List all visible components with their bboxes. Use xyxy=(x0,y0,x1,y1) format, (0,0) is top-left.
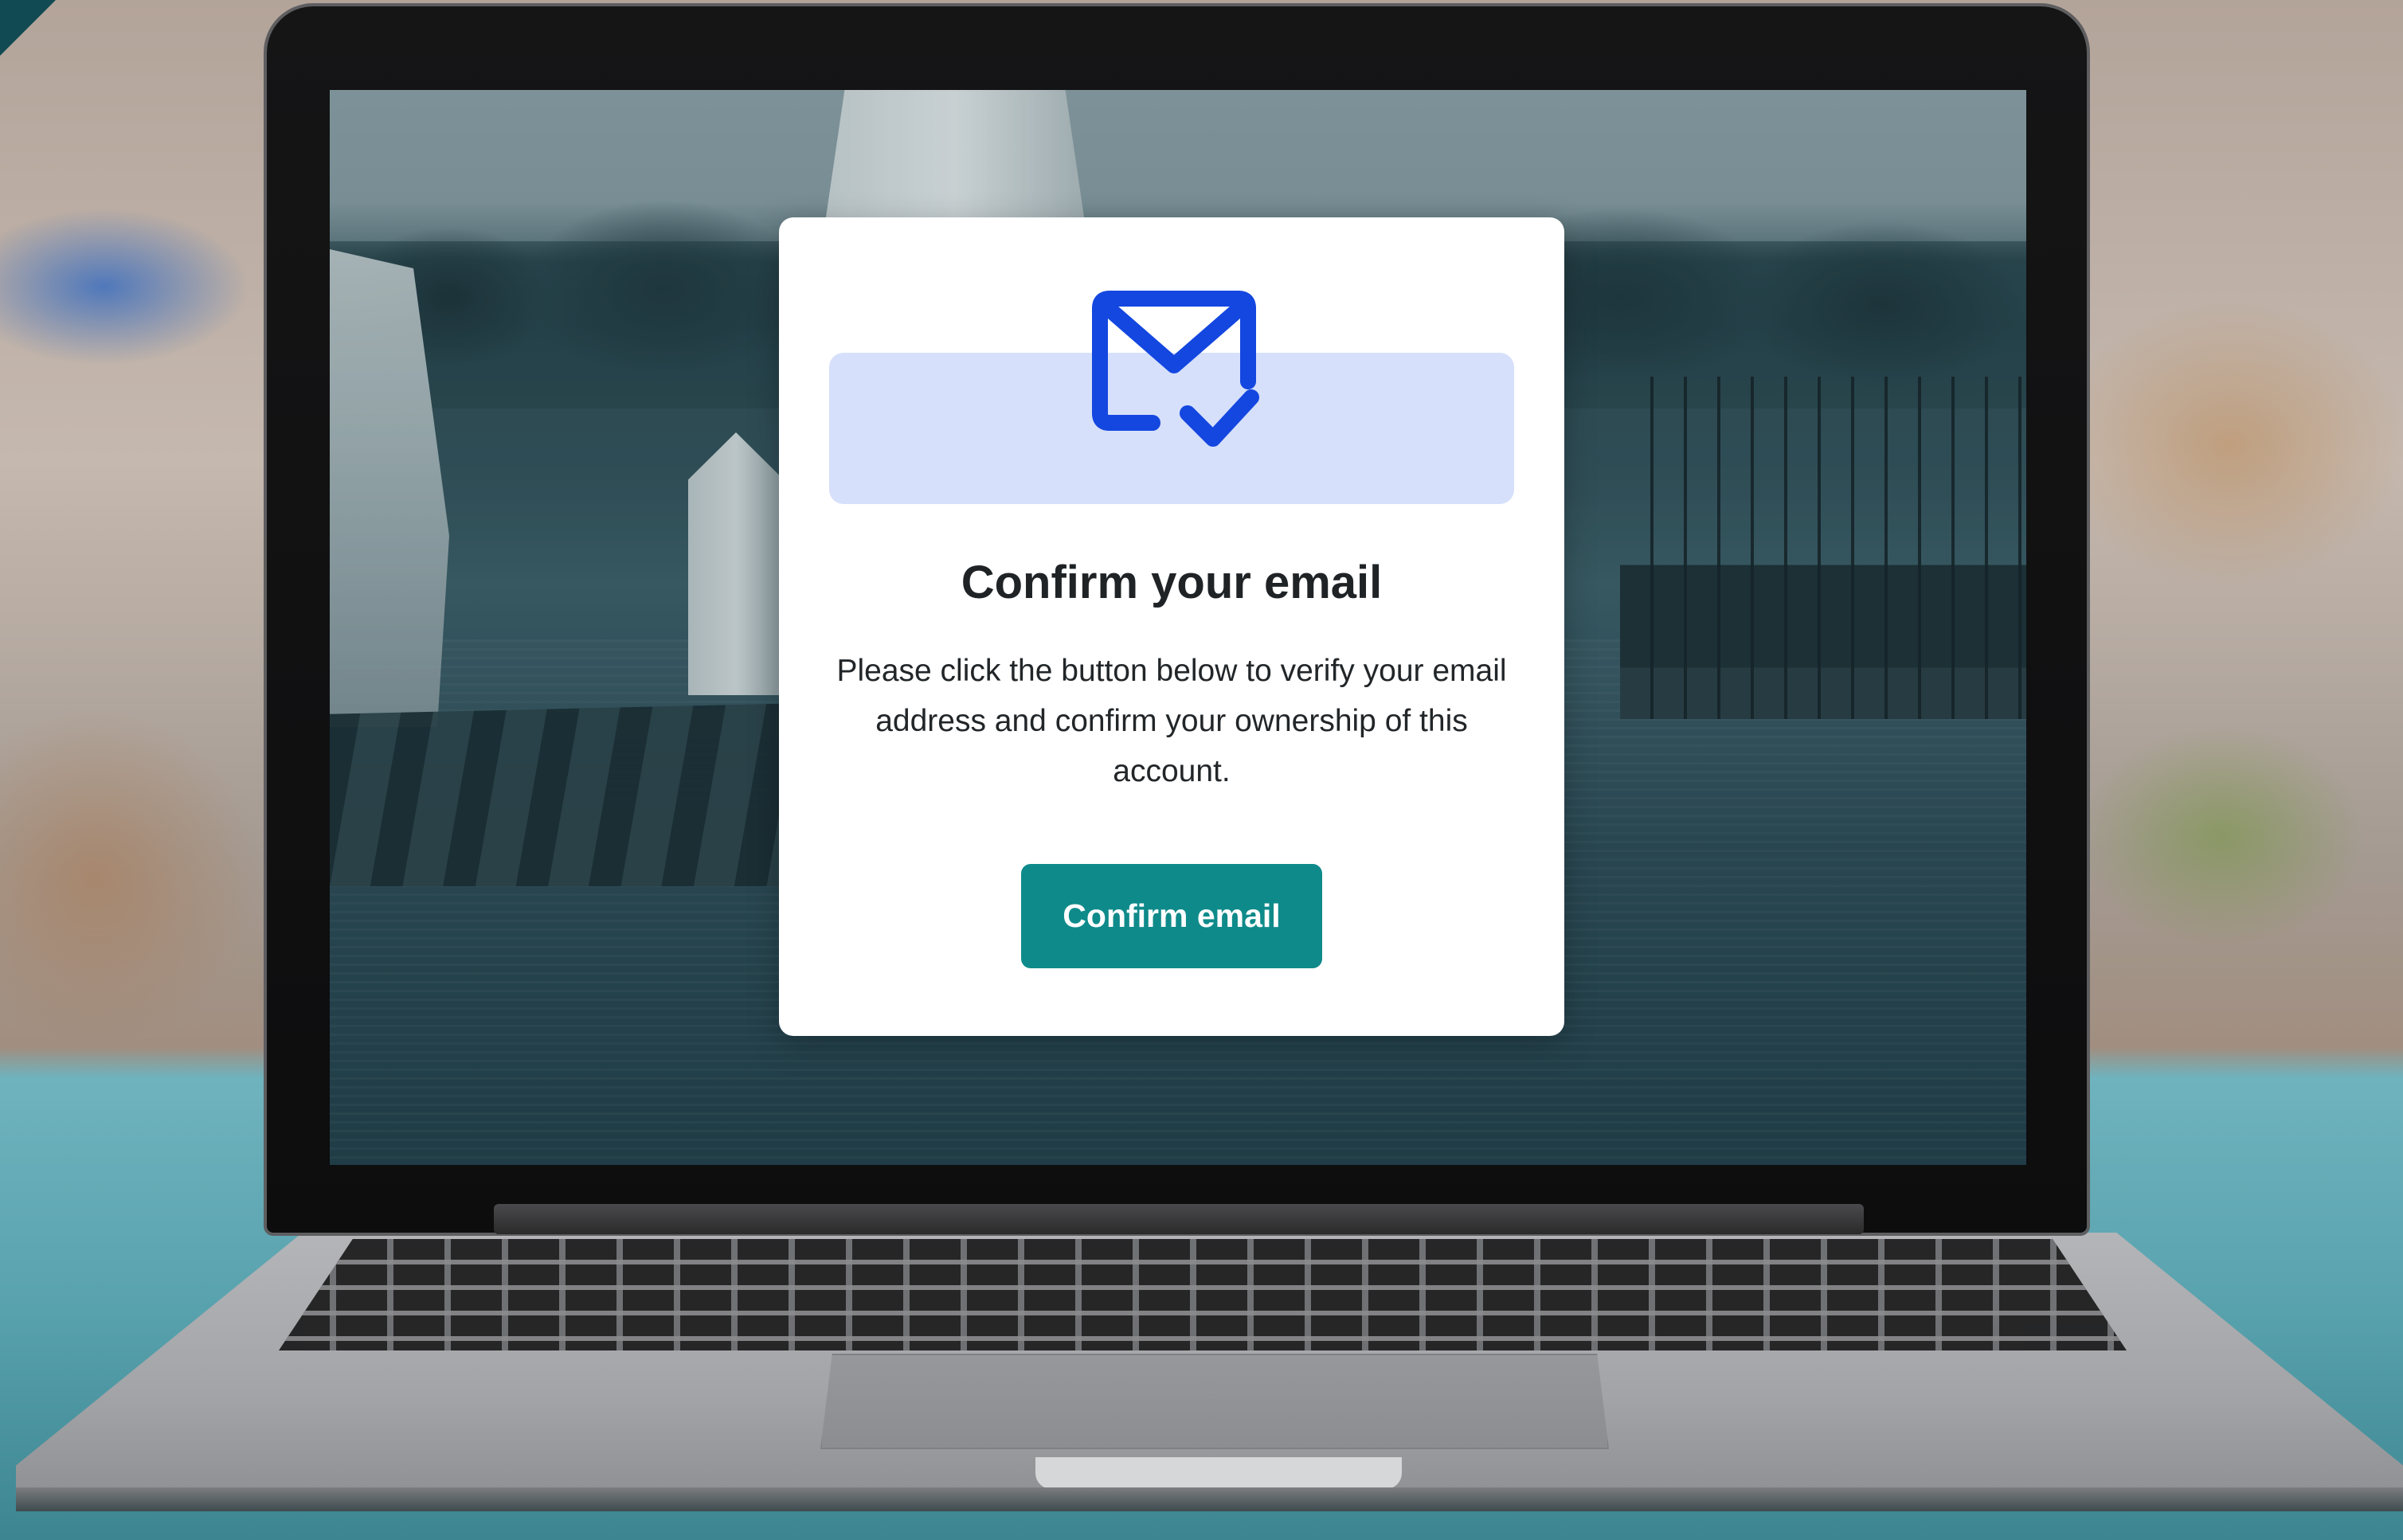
dialog-message: Please click the button below to verify … xyxy=(836,654,1507,788)
confirm-email-button[interactable]: Confirm email xyxy=(1021,864,1322,968)
confirm-email-dialog: Confirm your email Please click the butt… xyxy=(779,217,1564,1036)
corner-decoration xyxy=(0,0,56,56)
laptop-notch xyxy=(1035,1457,1402,1489)
laptop-trackpad xyxy=(820,1354,1609,1449)
laptop-base-edge xyxy=(16,1487,2403,1511)
dialog-title: Confirm your email xyxy=(961,557,1383,608)
laptop-hinge xyxy=(494,1204,1864,1234)
laptop-keyboard-rows xyxy=(279,1239,2127,1350)
mail-check-icon xyxy=(1092,291,1259,447)
